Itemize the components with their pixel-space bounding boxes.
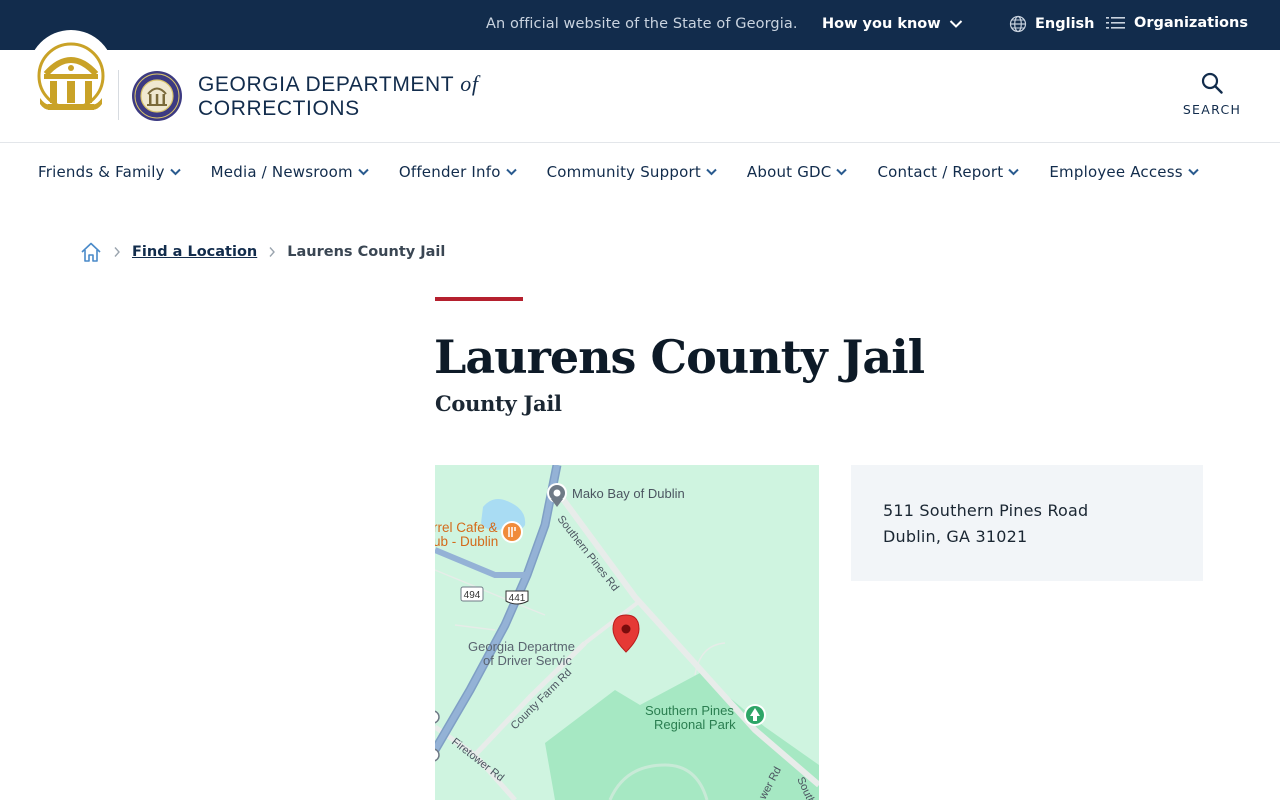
restaurant-marker-icon[interactable] — [501, 521, 523, 543]
nav-item-offender-info[interactable]: Offender Info — [399, 163, 517, 181]
breadcrumb-find-a-location[interactable]: Find a Location — [132, 244, 257, 260]
map-label-park-line2: Regional Park — [654, 717, 736, 732]
chevron-down-icon — [169, 168, 181, 176]
address-line1: 511 Southern Pines Road — [883, 501, 1089, 520]
globe-icon — [1009, 15, 1027, 33]
chevron-down-icon — [1188, 168, 1199, 176]
breadcrumb-separator-icon — [268, 246, 276, 258]
chevron-down-icon — [836, 168, 848, 176]
map-label-cafe-line1: rrel Cafe & — [435, 520, 498, 535]
page-subtitle: County Jail — [435, 391, 562, 416]
home-icon[interactable] — [80, 241, 102, 263]
main-navigation: Friends & Family Media / Newsroom Offend… — [38, 163, 1199, 181]
agency-name-of: of — [460, 71, 479, 96]
organizations-label: Organizations — [1134, 15, 1248, 31]
nav-item-media-newsroom[interactable]: Media / Newsroom — [211, 163, 369, 181]
map-label-mako-bay: Mako Bay of Dublin — [572, 486, 685, 501]
nav-item-label: Contact / Report — [877, 163, 1004, 181]
route-shield-494: 494 — [460, 586, 484, 602]
logo-divider — [118, 70, 119, 120]
chevron-down-icon — [949, 20, 962, 28]
georgia-state-seal-logo[interactable] — [36, 40, 106, 116]
breadcrumb: Find a Location Laurens County Jail — [80, 241, 445, 263]
address-card: 511 Southern Pines Road Dublin, GA 31021 — [851, 465, 1203, 581]
search-icon — [1201, 72, 1223, 94]
nav-item-friends-family[interactable]: Friends & Family — [38, 163, 181, 181]
breadcrumb-current: Laurens County Jail — [287, 244, 446, 260]
how-you-know-button[interactable]: How you know — [822, 16, 963, 32]
nav-item-employee-access[interactable]: Employee Access — [1049, 163, 1199, 181]
nav-item-contact-report[interactable]: Contact / Report — [877, 163, 1020, 181]
chevron-down-icon — [706, 168, 717, 176]
site-header: GEORGIA DEPARTMENT of CORRECTIONS SEARCH — [0, 30, 1280, 143]
official-banner: An official website of the State of Geor… — [0, 0, 1280, 50]
how-you-know-label: How you know — [822, 16, 941, 32]
map-canvas[interactable]: Mako Bay of Dublin rrel Cafe & ub - Dubl… — [435, 465, 819, 800]
list-icon — [1106, 17, 1125, 29]
map-label-cafe-line2: ub - Dublin — [435, 534, 498, 549]
search-label: SEARCH — [1182, 102, 1242, 117]
agency-name[interactable]: GEORGIA DEPARTMENT of CORRECTIONS — [198, 72, 479, 121]
language-label: English — [1035, 16, 1095, 32]
route-shield-441: 441 — [505, 590, 529, 605]
nav-item-label: Employee Access — [1049, 163, 1183, 181]
map-label-gdds-line2: of Driver Servic — [483, 653, 572, 668]
official-website-text: An official website of the State of Geor… — [486, 16, 798, 32]
nav-item-about-gdc[interactable]: About GDC — [747, 163, 848, 181]
park-marker-icon[interactable] — [744, 704, 766, 726]
language-selector[interactable]: English — [1009, 15, 1095, 33]
route-494-label: 494 — [464, 590, 481, 601]
breadcrumb-separator-icon — [113, 246, 121, 258]
nav-item-label: About GDC — [746, 163, 832, 181]
chevron-down-icon — [358, 168, 369, 176]
location-map[interactable]: Mako Bay of Dublin rrel Cafe & ub - Dubl… — [435, 465, 819, 800]
nav-item-label: Community Support — [546, 163, 701, 181]
nav-item-label: Friends & Family — [38, 163, 165, 181]
chevron-down-icon — [505, 168, 517, 176]
department-seal-logo[interactable] — [131, 70, 183, 122]
agency-name-line2: CORRECTIONS — [198, 97, 360, 120]
search-button[interactable]: SEARCH — [1178, 72, 1246, 117]
agency-name-line1: GEORGIA DEPARTMENT — [198, 73, 454, 96]
title-accent-rule — [435, 297, 523, 301]
address-line2: Dublin, GA 31021 — [883, 527, 1028, 546]
nav-item-label: Media / Newsroom — [210, 163, 353, 181]
map-label-park-line1: Southern Pines — [645, 703, 734, 718]
chevron-down-icon — [1008, 168, 1020, 176]
route-441-label: 441 — [509, 593, 526, 604]
nav-item-label: Offender Info — [398, 163, 501, 181]
nav-item-community-support[interactable]: Community Support — [547, 163, 717, 181]
map-label-gdds-line1: Georgia Departme — [468, 639, 575, 654]
page-title: Laurens County Jail — [434, 330, 925, 384]
organizations-button[interactable]: Organizations — [1106, 15, 1248, 31]
